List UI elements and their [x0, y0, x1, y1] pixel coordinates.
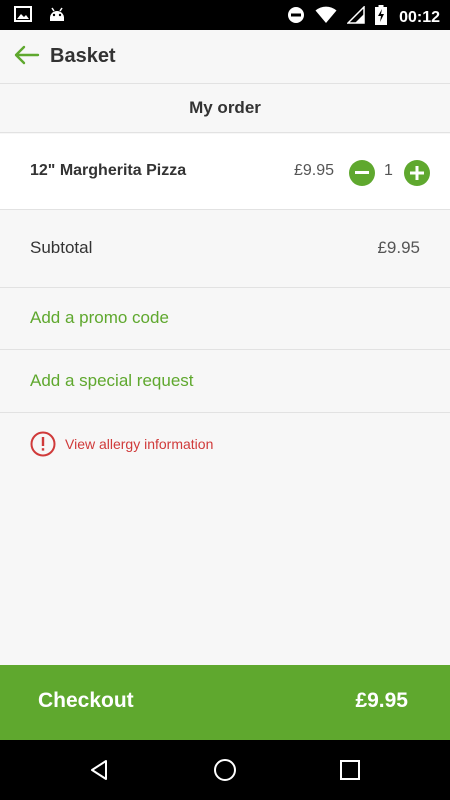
square-recents-icon [340, 760, 360, 780]
nav-home-button[interactable] [211, 756, 239, 784]
battery-charging-icon [375, 5, 388, 30]
checkout-label: Checkout [38, 689, 134, 712]
allergy-info-link[interactable]: View allergy information [30, 431, 213, 457]
image-icon [14, 6, 32, 27]
promo-code-row[interactable]: Add a promo code [0, 288, 450, 350]
alert-icon [30, 431, 56, 457]
increase-quantity-button[interactable] [404, 160, 430, 186]
decrease-quantity-button[interactable] [349, 160, 375, 186]
special-request-row[interactable]: Add a special request [0, 350, 450, 413]
android-icon [48, 6, 66, 27]
promo-code-link[interactable]: Add a promo code [30, 308, 169, 328]
checkout-button[interactable]: Checkout £9.95 [0, 665, 450, 740]
order-item-row: 12" Margherita Pizza £9.95 1 [0, 134, 450, 210]
item-name: 12" Margherita Pizza [30, 162, 187, 179]
section-title: My order [0, 85, 450, 133]
back-button[interactable] [12, 43, 42, 71]
subtotal-value: £9.95 [377, 238, 420, 257]
do-not-disturb-icon [287, 6, 305, 29]
wifi-icon [315, 6, 337, 29]
app-bar: Basket [0, 30, 450, 84]
subtotal-row: Subtotal £9.95 [0, 211, 450, 288]
signal-icon [346, 5, 365, 29]
item-quantity: 1 [384, 162, 393, 179]
minus-icon [355, 171, 369, 174]
page-title: Basket [50, 45, 116, 67]
nav-recents-button[interactable] [336, 756, 364, 784]
status-bar: 00:12 [0, 0, 450, 30]
special-request-link[interactable]: Add a special request [30, 371, 194, 391]
checkout-total: £9.95 [355, 689, 408, 712]
system-nav-bar [0, 740, 450, 800]
circle-home-icon [214, 759, 236, 781]
subtotal-label: Subtotal [30, 238, 93, 257]
arrow-left-icon [14, 45, 40, 70]
nav-back-button[interactable] [86, 756, 114, 784]
item-price: £9.95 [294, 162, 335, 179]
plus-icon [410, 166, 424, 180]
allergy-info-text[interactable]: View allergy information [65, 436, 213, 452]
status-time: 00:12 [399, 8, 440, 26]
triangle-back-icon [91, 760, 107, 780]
